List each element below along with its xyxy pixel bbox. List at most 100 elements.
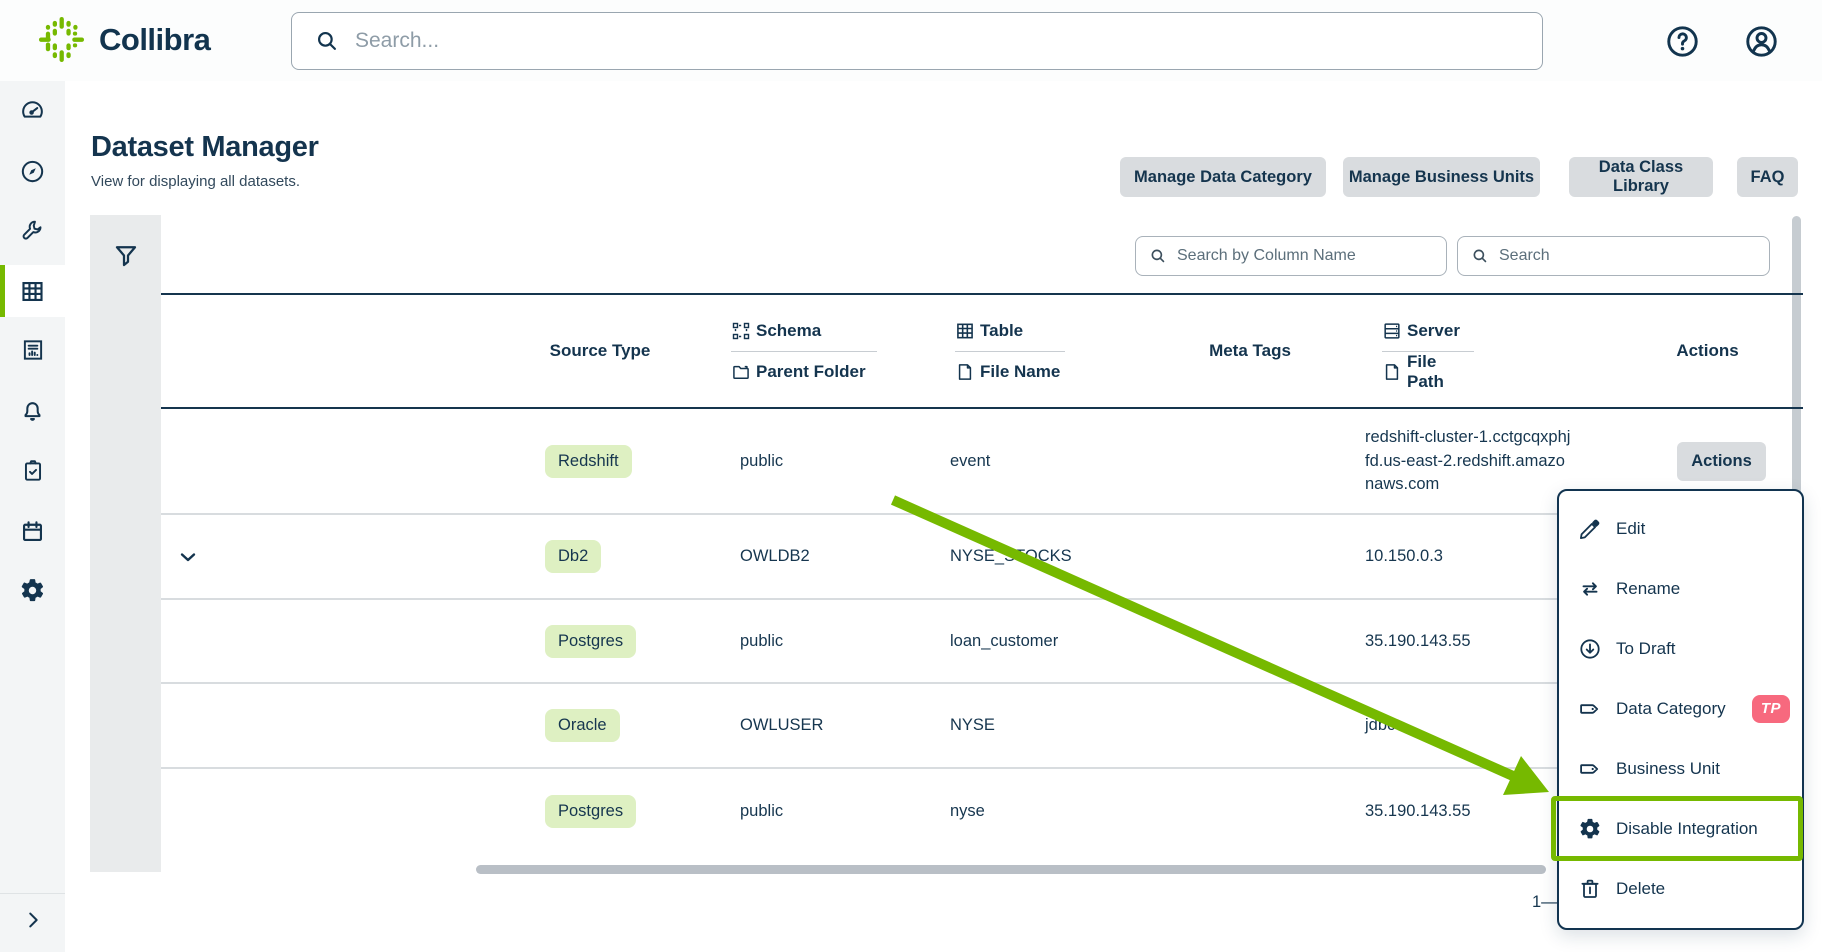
sidebar-item-datasets[interactable] [0,265,65,317]
sidebar-item-tasks[interactable] [0,445,65,497]
sidebar-item-tools[interactable] [0,205,65,257]
column-header-meta-tags[interactable]: Meta Tags [1175,295,1325,407]
schema-cell: public [740,600,783,682]
file-icon [955,362,975,382]
server-cell: 35.190.143.55 [1365,769,1577,853]
search-icon [314,28,340,54]
sidebar-item-settings[interactable] [0,564,65,616]
server-cell: 35.190.143.55 [1365,600,1577,682]
column-search-input[interactable] [1177,247,1446,265]
funnel-icon [111,241,141,271]
column-header-table[interactable]: Table [955,311,1065,351]
menu-item-rename[interactable]: Rename [1559,559,1802,619]
collibra-logo-icon [38,16,85,63]
menu-item-label: Business Unit [1616,759,1720,779]
tag-icon [1578,757,1602,781]
folder-icon [731,362,751,382]
source-type-badge: Postgres [545,625,636,658]
sidebar-divider [0,893,65,894]
report-icon [20,337,46,363]
menu-item-label: Edit [1616,519,1645,539]
column-header-label: Table [980,321,1023,341]
table-grid-icon [19,278,46,305]
source-type-badge: Oracle [545,709,620,742]
menu-item-data-category[interactable]: Data Category TP [1559,679,1802,739]
global-search-input[interactable] [355,29,1542,53]
server-cell: 10.150.0.3 [1365,515,1577,598]
schema-cell: OWLUSER [740,684,823,767]
column-header-server[interactable]: Server [1382,311,1474,351]
clipboard-check-icon [20,458,46,484]
server-icon [1382,321,1402,341]
global-search[interactable] [291,12,1543,70]
menu-item-label: Delete [1616,879,1665,899]
table-search[interactable] [1457,236,1770,276]
source-type-badge: Db2 [545,540,601,573]
row-actions-button[interactable]: Actions [1677,442,1766,481]
menu-item-delete[interactable]: Delete [1559,859,1802,919]
sidebar-item-notifications[interactable] [0,384,65,436]
sidebar-item-reports[interactable] [0,324,65,376]
filter-panel [90,215,161,872]
column-header-file-name[interactable]: File Name [955,352,1065,392]
column-search[interactable] [1135,236,1447,276]
manage-business-units-button[interactable]: Manage Business Units [1343,157,1540,197]
tp-badge: TP [1752,695,1790,723]
file-icon [1382,362,1402,382]
search-icon [1471,247,1489,265]
menu-item-label: Rename [1616,579,1680,599]
collibra-logo[interactable]: Collibra [38,16,210,63]
horizontal-scrollbar[interactable] [476,865,1546,874]
column-header-label: File Name [980,362,1060,382]
question-circle-icon [1664,23,1701,60]
menu-item-disable-integration[interactable]: Disable Integration [1559,799,1802,859]
chevron-right-icon [22,909,44,931]
swap-arrows-icon [1578,577,1602,601]
table-icon [955,321,975,341]
schema-icon [731,321,751,341]
source-type-badge: Postgres [545,795,636,828]
gear-icon [1578,817,1602,841]
menu-item-to-draft[interactable]: To Draft [1559,619,1802,679]
column-group-schema: Schema Parent Folder [731,295,877,407]
page-title: Dataset Manager [91,131,319,164]
trash-icon [1578,877,1602,901]
menu-item-label: Data Category [1616,699,1726,719]
menu-item-business-unit[interactable]: Business Unit [1559,739,1802,799]
user-circle-icon [1743,23,1780,60]
pencil-icon [1578,517,1602,541]
manage-data-category-button[interactable]: Manage Data Category [1120,157,1326,197]
server-cell: redshift-cluster-1.cctgcqxphjfd.us-east-… [1365,410,1577,513]
help-button[interactable] [1662,21,1702,61]
menu-item-edit[interactable]: Edit [1559,499,1802,559]
sidebar-item-explore[interactable] [0,145,65,197]
tag-icon [1578,697,1602,721]
sidebar-expand-button[interactable] [13,900,53,940]
menu-item-label: Disable Integration [1616,819,1758,839]
column-header-schema[interactable]: Schema [731,311,877,351]
menu-item-label: To Draft [1616,639,1676,659]
gear-icon [19,577,46,604]
compass-icon [19,158,46,185]
table-search-input[interactable] [1499,247,1769,265]
sidebar-item-dashboard[interactable] [0,84,65,136]
data-class-library-button[interactable]: Data Class Library [1569,157,1713,197]
sidebar-item-schedule[interactable] [0,505,65,557]
faq-button[interactable]: FAQ [1737,157,1798,197]
left-sidebar [0,81,65,952]
actions-context-menu: Edit Rename To Draft Data Category TP [1557,489,1804,930]
column-header-parent-folder[interactable]: Parent Folder [731,352,877,392]
schema-cell: OWLDB2 [740,515,810,598]
wrench-icon [20,218,46,244]
column-header-label: Schema [756,321,821,341]
filter-button[interactable] [111,241,141,271]
column-group-table: Table File Name [955,295,1065,407]
profile-button[interactable] [1741,21,1781,61]
schema-cell: public [740,769,783,853]
column-header-label: Server [1407,321,1460,341]
column-header-source-type[interactable]: Source Type [520,295,680,407]
chevron-down-icon [176,545,200,569]
column-header-file-path[interactable]: File Path [1382,352,1474,392]
speedometer-icon [19,97,46,124]
expand-row-button[interactable] [167,515,209,598]
